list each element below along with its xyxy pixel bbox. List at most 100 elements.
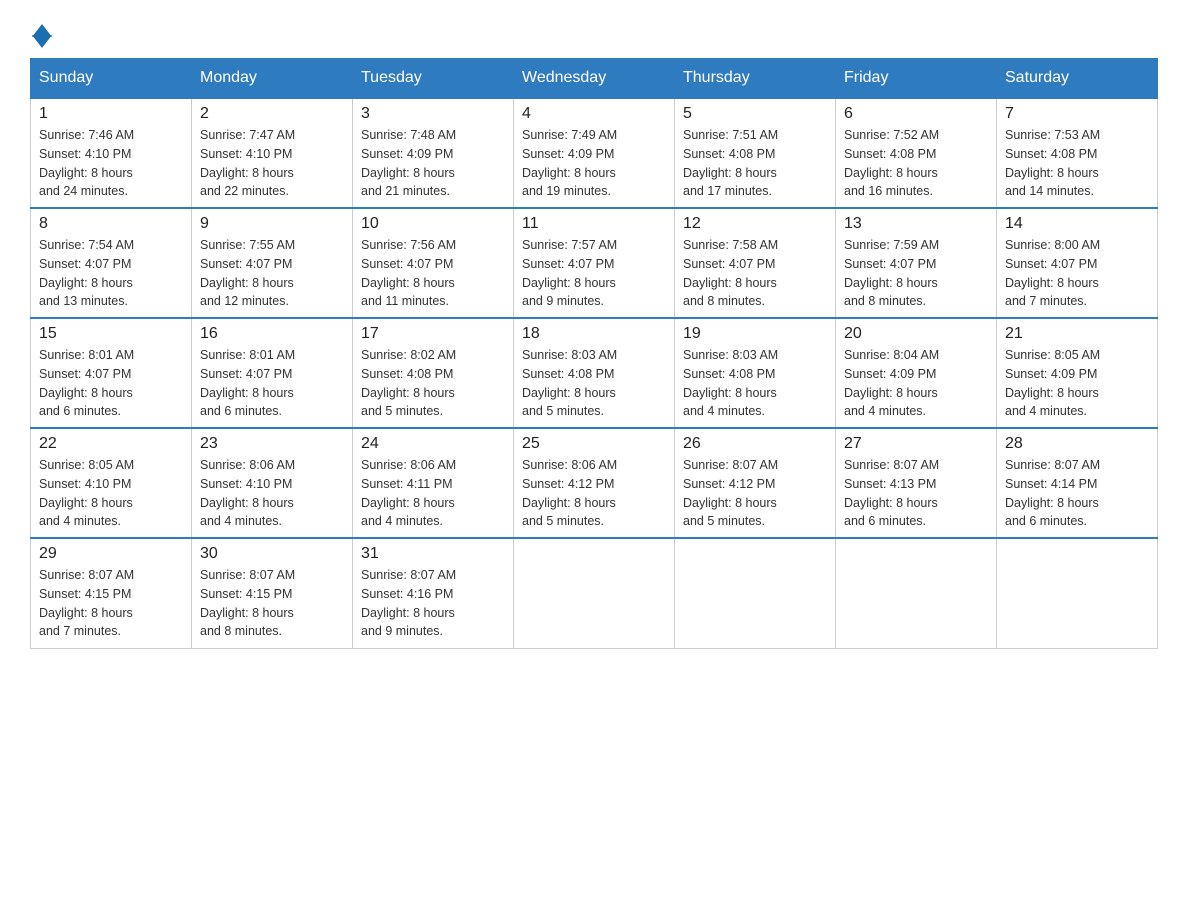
day-number: 23	[200, 435, 344, 453]
calendar-cell: 21 Sunrise: 8:05 AMSunset: 4:09 PMDaylig…	[997, 318, 1158, 428]
day-info: Sunrise: 8:00 AMSunset: 4:07 PMDaylight:…	[1005, 238, 1100, 308]
day-number: 27	[844, 435, 988, 453]
day-number: 4	[522, 105, 666, 123]
day-info: Sunrise: 7:58 AMSunset: 4:07 PMDaylight:…	[683, 238, 778, 308]
day-info: Sunrise: 7:48 AMSunset: 4:09 PMDaylight:…	[361, 128, 456, 198]
day-info: Sunrise: 8:07 AMSunset: 4:15 PMDaylight:…	[200, 568, 295, 638]
calendar-cell	[675, 538, 836, 648]
day-info: Sunrise: 8:07 AMSunset: 4:13 PMDaylight:…	[844, 458, 939, 528]
calendar-cell: 28 Sunrise: 8:07 AMSunset: 4:14 PMDaylig…	[997, 428, 1158, 538]
calendar-cell: 16 Sunrise: 8:01 AMSunset: 4:07 PMDaylig…	[192, 318, 353, 428]
calendar-cell	[997, 538, 1158, 648]
calendar-cell: 13 Sunrise: 7:59 AMSunset: 4:07 PMDaylig…	[836, 208, 997, 318]
calendar-cell: 20 Sunrise: 8:04 AMSunset: 4:09 PMDaylig…	[836, 318, 997, 428]
page-header	[30, 20, 1158, 48]
day-info: Sunrise: 8:05 AMSunset: 4:09 PMDaylight:…	[1005, 348, 1100, 418]
weekday-header-thursday: Thursday	[675, 59, 836, 99]
day-info: Sunrise: 8:06 AMSunset: 4:10 PMDaylight:…	[200, 458, 295, 528]
day-number: 7	[1005, 105, 1149, 123]
day-number: 5	[683, 105, 827, 123]
weekday-header-monday: Monday	[192, 59, 353, 99]
day-number: 6	[844, 105, 988, 123]
calendar-week-3: 15 Sunrise: 8:01 AMSunset: 4:07 PMDaylig…	[31, 318, 1158, 428]
calendar-cell: 15 Sunrise: 8:01 AMSunset: 4:07 PMDaylig…	[31, 318, 192, 428]
day-info: Sunrise: 7:52 AMSunset: 4:08 PMDaylight:…	[844, 128, 939, 198]
calendar-cell: 3 Sunrise: 7:48 AMSunset: 4:09 PMDayligh…	[353, 98, 514, 208]
logo	[30, 20, 52, 48]
day-number: 21	[1005, 325, 1149, 343]
day-number: 13	[844, 215, 988, 233]
day-number: 11	[522, 215, 666, 233]
calendar-cell: 10 Sunrise: 7:56 AMSunset: 4:07 PMDaylig…	[353, 208, 514, 318]
calendar-cell: 2 Sunrise: 7:47 AMSunset: 4:10 PMDayligh…	[192, 98, 353, 208]
day-info: Sunrise: 7:57 AMSunset: 4:07 PMDaylight:…	[522, 238, 617, 308]
day-number: 24	[361, 435, 505, 453]
calendar-cell: 12 Sunrise: 7:58 AMSunset: 4:07 PMDaylig…	[675, 208, 836, 318]
weekday-header-wednesday: Wednesday	[514, 59, 675, 99]
calendar-cell: 31 Sunrise: 8:07 AMSunset: 4:16 PMDaylig…	[353, 538, 514, 648]
calendar-table: SundayMondayTuesdayWednesdayThursdayFrid…	[30, 58, 1158, 649]
weekday-header-tuesday: Tuesday	[353, 59, 514, 99]
calendar-cell: 4 Sunrise: 7:49 AMSunset: 4:09 PMDayligh…	[514, 98, 675, 208]
calendar-cell	[514, 538, 675, 648]
day-number: 10	[361, 215, 505, 233]
weekday-header-saturday: Saturday	[997, 59, 1158, 99]
calendar-cell: 9 Sunrise: 7:55 AMSunset: 4:07 PMDayligh…	[192, 208, 353, 318]
calendar-cell: 25 Sunrise: 8:06 AMSunset: 4:12 PMDaylig…	[514, 428, 675, 538]
day-info: Sunrise: 7:56 AMSunset: 4:07 PMDaylight:…	[361, 238, 456, 308]
day-info: Sunrise: 7:46 AMSunset: 4:10 PMDaylight:…	[39, 128, 134, 198]
day-number: 25	[522, 435, 666, 453]
day-info: Sunrise: 8:02 AMSunset: 4:08 PMDaylight:…	[361, 348, 456, 418]
day-info: Sunrise: 8:01 AMSunset: 4:07 PMDaylight:…	[200, 348, 295, 418]
day-number: 18	[522, 325, 666, 343]
calendar-week-1: 1 Sunrise: 7:46 AMSunset: 4:10 PMDayligh…	[31, 98, 1158, 208]
day-number: 16	[200, 325, 344, 343]
day-info: Sunrise: 7:49 AMSunset: 4:09 PMDaylight:…	[522, 128, 617, 198]
day-info: Sunrise: 8:07 AMSunset: 4:15 PMDaylight:…	[39, 568, 134, 638]
calendar-header-row: SundayMondayTuesdayWednesdayThursdayFrid…	[31, 59, 1158, 99]
calendar-cell: 6 Sunrise: 7:52 AMSunset: 4:08 PMDayligh…	[836, 98, 997, 208]
day-info: Sunrise: 7:59 AMSunset: 4:07 PMDaylight:…	[844, 238, 939, 308]
day-info: Sunrise: 8:03 AMSunset: 4:08 PMDaylight:…	[522, 348, 617, 418]
calendar-cell: 19 Sunrise: 8:03 AMSunset: 4:08 PMDaylig…	[675, 318, 836, 428]
day-info: Sunrise: 8:06 AMSunset: 4:11 PMDaylight:…	[361, 458, 456, 528]
calendar-cell: 5 Sunrise: 7:51 AMSunset: 4:08 PMDayligh…	[675, 98, 836, 208]
calendar-week-2: 8 Sunrise: 7:54 AMSunset: 4:07 PMDayligh…	[31, 208, 1158, 318]
day-number: 14	[1005, 215, 1149, 233]
day-info: Sunrise: 8:07 AMSunset: 4:12 PMDaylight:…	[683, 458, 778, 528]
day-number: 17	[361, 325, 505, 343]
day-number: 29	[39, 545, 183, 563]
day-info: Sunrise: 7:54 AMSunset: 4:07 PMDaylight:…	[39, 238, 134, 308]
calendar-cell: 22 Sunrise: 8:05 AMSunset: 4:10 PMDaylig…	[31, 428, 192, 538]
calendar-cell: 29 Sunrise: 8:07 AMSunset: 4:15 PMDaylig…	[31, 538, 192, 648]
calendar-week-4: 22 Sunrise: 8:05 AMSunset: 4:10 PMDaylig…	[31, 428, 1158, 538]
day-number: 19	[683, 325, 827, 343]
weekday-header-friday: Friday	[836, 59, 997, 99]
calendar-cell: 27 Sunrise: 8:07 AMSunset: 4:13 PMDaylig…	[836, 428, 997, 538]
day-number: 12	[683, 215, 827, 233]
calendar-cell: 8 Sunrise: 7:54 AMSunset: 4:07 PMDayligh…	[31, 208, 192, 318]
day-number: 3	[361, 105, 505, 123]
day-info: Sunrise: 7:51 AMSunset: 4:08 PMDaylight:…	[683, 128, 778, 198]
day-info: Sunrise: 7:47 AMSunset: 4:10 PMDaylight:…	[200, 128, 295, 198]
day-info: Sunrise: 8:05 AMSunset: 4:10 PMDaylight:…	[39, 458, 134, 528]
calendar-cell: 18 Sunrise: 8:03 AMSunset: 4:08 PMDaylig…	[514, 318, 675, 428]
day-info: Sunrise: 8:06 AMSunset: 4:12 PMDaylight:…	[522, 458, 617, 528]
day-info: Sunrise: 7:53 AMSunset: 4:08 PMDaylight:…	[1005, 128, 1100, 198]
day-number: 15	[39, 325, 183, 343]
calendar-cell: 24 Sunrise: 8:06 AMSunset: 4:11 PMDaylig…	[353, 428, 514, 538]
day-number: 31	[361, 545, 505, 563]
day-number: 28	[1005, 435, 1149, 453]
day-number: 30	[200, 545, 344, 563]
day-info: Sunrise: 8:03 AMSunset: 4:08 PMDaylight:…	[683, 348, 778, 418]
calendar-cell: 14 Sunrise: 8:00 AMSunset: 4:07 PMDaylig…	[997, 208, 1158, 318]
calendar-cell: 26 Sunrise: 8:07 AMSunset: 4:12 PMDaylig…	[675, 428, 836, 538]
day-number: 2	[200, 105, 344, 123]
calendar-cell: 11 Sunrise: 7:57 AMSunset: 4:07 PMDaylig…	[514, 208, 675, 318]
calendar-cell: 30 Sunrise: 8:07 AMSunset: 4:15 PMDaylig…	[192, 538, 353, 648]
day-number: 20	[844, 325, 988, 343]
calendar-cell: 1 Sunrise: 7:46 AMSunset: 4:10 PMDayligh…	[31, 98, 192, 208]
day-number: 26	[683, 435, 827, 453]
day-info: Sunrise: 8:07 AMSunset: 4:16 PMDaylight:…	[361, 568, 456, 638]
calendar-cell: 23 Sunrise: 8:06 AMSunset: 4:10 PMDaylig…	[192, 428, 353, 538]
